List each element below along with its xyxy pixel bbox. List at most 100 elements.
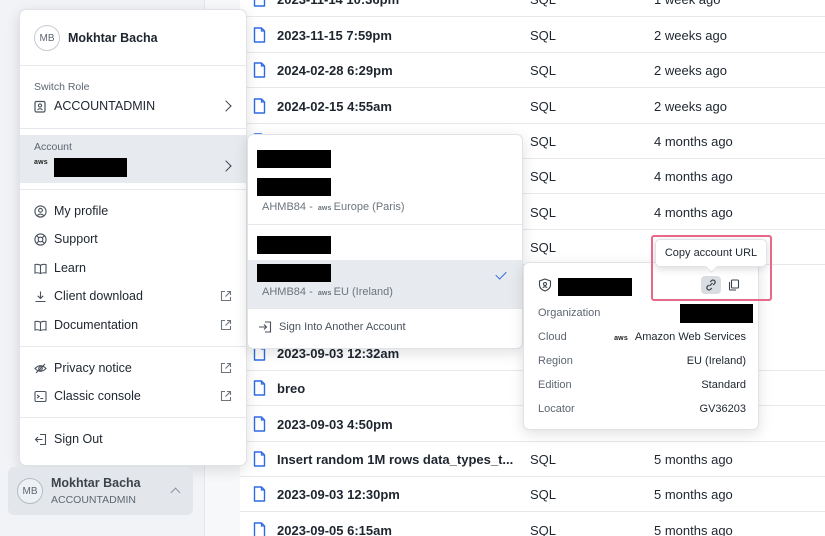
redacted-account-name bbox=[257, 178, 331, 196]
redacted-account-name bbox=[257, 236, 331, 254]
redacted-account-name bbox=[257, 150, 331, 168]
worksheet-updated: 2 weeks ago bbox=[654, 27, 727, 43]
account-org: AHMB84 bbox=[262, 286, 307, 298]
worksheet-type: SQL bbox=[530, 451, 557, 467]
cloud-label: Cloud bbox=[538, 331, 567, 343]
download-icon bbox=[35, 291, 46, 302]
worksheet-type: SQL bbox=[530, 486, 557, 502]
locator-value: GV36203 bbox=[699, 403, 746, 415]
worksheet-name: Insert random 1M rows data_types_t... bbox=[277, 451, 514, 467]
external-link-icon bbox=[220, 390, 232, 402]
worksheet-row[interactable]: 2023-11-14 10:36pm SQL 1 week ago bbox=[240, 0, 825, 17]
user-menu-header: MB Mokhtar Bacha bbox=[20, 10, 246, 66]
worksheet-name: 2023-11-15 7:59pm bbox=[277, 27, 392, 43]
worksheet-row[interactable]: 2023-11-15 7:59pm SQL 2 weeks ago bbox=[240, 18, 825, 53]
check-icon bbox=[495, 268, 507, 280]
worksheet-updated: 4 months ago bbox=[654, 168, 733, 184]
redacted-account-name bbox=[54, 158, 127, 177]
aws-logo-icon: aws bbox=[317, 290, 332, 297]
worksheet-row[interactable]: 2023-09-05 6:15am SQL 5 months ago bbox=[240, 513, 825, 536]
worksheet-type: SQL bbox=[530, 27, 557, 43]
redacted-account-name bbox=[558, 278, 632, 296]
edition-label: Edition bbox=[538, 379, 572, 391]
account-region: EU (Ireland) bbox=[333, 286, 393, 298]
switch-role-label: Switch Role bbox=[34, 81, 90, 93]
worksheet-updated: 5 months ago bbox=[654, 451, 733, 467]
sign-out-label: Sign Out bbox=[54, 432, 103, 446]
account-meta: AHMB84 - aws Europe (Paris) bbox=[262, 201, 405, 213]
worksheet-updated: 4 months ago bbox=[654, 204, 733, 220]
worksheet-updated: 4 months ago bbox=[654, 133, 733, 149]
privacy-notice-item[interactable]: Privacy notice bbox=[20, 356, 246, 380]
organization-label: Organization bbox=[538, 307, 601, 319]
highlight-box bbox=[651, 235, 772, 301]
user-circle-icon bbox=[34, 204, 47, 218]
external-link-icon bbox=[220, 290, 232, 302]
account-option-paris[interactable]: AHMB84 - aws Europe (Paris) bbox=[248, 135, 522, 225]
region-value: EU (Ireland) bbox=[686, 355, 746, 367]
my-profile-item[interactable]: My profile bbox=[20, 199, 246, 223]
terminal-window-icon bbox=[34, 390, 47, 402]
worksheet-type: SQL bbox=[530, 239, 557, 255]
chevron-right-icon bbox=[220, 100, 232, 112]
worksheet-type: SQL bbox=[530, 133, 557, 149]
worksheet-updated: 1 week ago bbox=[654, 0, 721, 7]
shield-user-icon bbox=[538, 278, 552, 292]
worksheet-row[interactable]: 2024-02-15 4:55am SQL 2 weeks ago bbox=[240, 89, 825, 124]
role-value: ACCOUNTADMIN bbox=[54, 99, 156, 113]
account-option-ireland[interactable]: AHMB84 - aws EU (Ireland) bbox=[248, 260, 522, 309]
learn-label: Learn bbox=[54, 261, 86, 275]
switch-role[interactable]: Switch Role ACCOUNTADMIN bbox=[20, 67, 246, 129]
worksheet-type: SQL bbox=[530, 168, 557, 184]
account-org: AHMB84 bbox=[262, 201, 307, 213]
support-item[interactable]: Support bbox=[20, 227, 246, 251]
documentation-item[interactable]: Documentation bbox=[20, 313, 246, 337]
document-icon bbox=[253, 522, 266, 536]
aws-logo-icon: aws bbox=[614, 335, 628, 342]
classic-console-item[interactable]: Classic console bbox=[20, 384, 246, 408]
sign-out-item[interactable]: Sign Out bbox=[20, 427, 246, 451]
worksheet-updated: 2 weeks ago bbox=[654, 98, 727, 114]
lifebuoy-icon bbox=[34, 232, 47, 246]
avatar: MB bbox=[34, 25, 60, 51]
separator: - bbox=[306, 201, 316, 213]
learn-item[interactable]: Learn bbox=[20, 256, 246, 280]
sign-out-icon bbox=[34, 433, 47, 445]
cloud-value-text: Amazon Web Services bbox=[634, 331, 746, 343]
my-profile-label: My profile bbox=[54, 204, 109, 218]
account-meta: AHMB84 - aws EU (Ireland) bbox=[262, 286, 393, 298]
worksheet-name: 2024-02-28 6:29pm bbox=[277, 62, 393, 78]
redacted-organization bbox=[680, 304, 753, 323]
external-link-icon bbox=[220, 362, 232, 374]
divider bbox=[20, 346, 246, 347]
aws-logo-icon: aws bbox=[317, 205, 332, 212]
privacy-notice-label: Privacy notice bbox=[54, 361, 132, 375]
document-icon bbox=[253, 27, 266, 43]
divider bbox=[20, 417, 246, 418]
locator-label: Locator bbox=[538, 403, 575, 415]
worksheet-updated: 5 months ago bbox=[654, 486, 733, 502]
document-icon bbox=[253, 380, 266, 396]
client-download-item[interactable]: Client download bbox=[20, 284, 246, 308]
separator: - bbox=[306, 286, 316, 298]
edition-value: Standard bbox=[701, 379, 746, 391]
sign-in-icon bbox=[259, 321, 272, 333]
eye-off-icon bbox=[34, 363, 47, 373]
account-item[interactable]: Account aws bbox=[20, 135, 246, 183]
document-icon bbox=[253, 416, 266, 432]
worksheet-type: SQL bbox=[530, 62, 557, 78]
user-card[interactable]: MB Mokhtar Bacha ACCOUNTADMIN bbox=[8, 467, 193, 515]
divider bbox=[20, 189, 246, 190]
worksheet-row[interactable]: Insert random 1M rows data_types_t... SQL… bbox=[240, 442, 825, 477]
worksheet-name: 2023-11-14 10:36pm bbox=[277, 0, 399, 7]
worksheet-row[interactable]: 2023-09-03 12:30pm SQL 5 months ago bbox=[240, 477, 825, 512]
worksheet-type: SQL bbox=[530, 0, 556, 7]
sign-into-another-account[interactable]: Sign Into Another Account bbox=[258, 321, 406, 333]
worksheet-row[interactable]: 2024-02-28 6:29pm SQL 2 weeks ago bbox=[240, 53, 825, 88]
worksheet-type: SQL bbox=[530, 522, 557, 536]
region-label: Region bbox=[538, 355, 573, 367]
worksheet-name: 2023-09-05 6:15am bbox=[277, 522, 392, 536]
user-menu: MB Mokhtar Bacha Switch Role ACCOUNTADMI… bbox=[19, 9, 247, 466]
client-download-label: Client download bbox=[54, 289, 143, 303]
user-card-role: ACCOUNTADMIN bbox=[51, 494, 136, 506]
